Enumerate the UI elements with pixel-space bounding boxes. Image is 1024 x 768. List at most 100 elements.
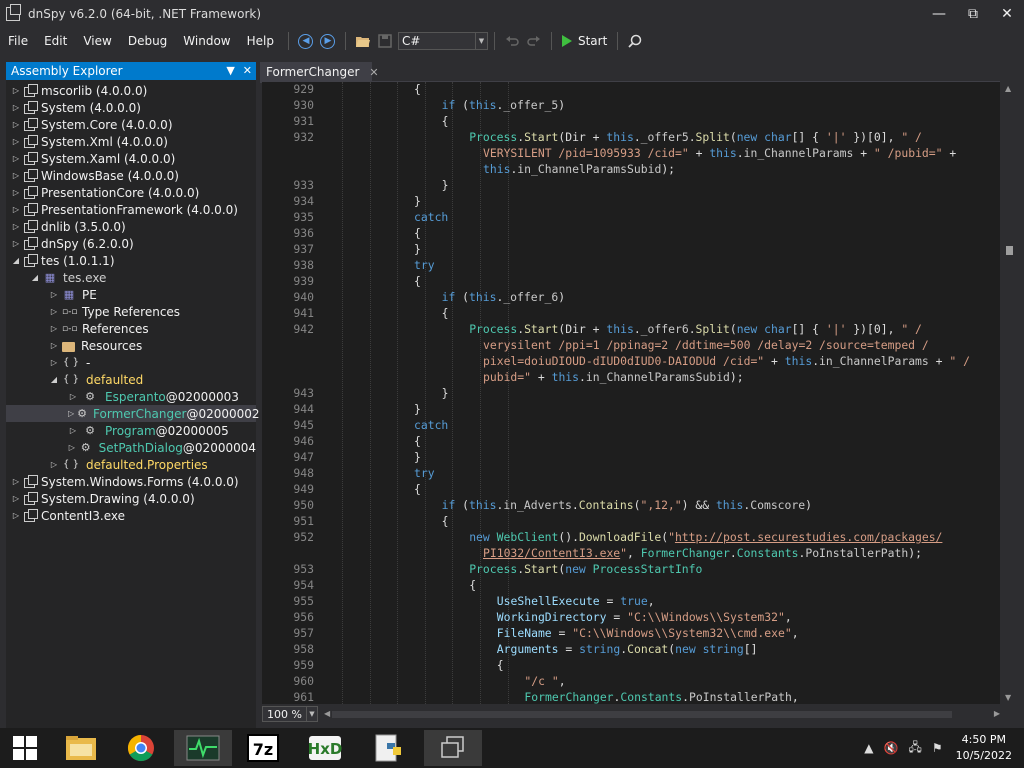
start-debug-button[interactable]: Start [558,34,611,48]
collapse-icon[interactable]: ◢ [11,256,21,265]
taskbar-performance-monitor[interactable] [174,730,232,766]
tree-item[interactable]: ▷ Resources [6,337,256,354]
tree-item[interactable]: ▷ ▦ PE [6,286,256,303]
expand-icon[interactable]: ▷ [11,222,21,231]
tree-item[interactable]: ▷ ⚙ SetPathDialog @02000004 [6,439,256,456]
expand-icon[interactable]: ▷ [11,171,21,180]
save-button[interactable] [374,30,396,52]
horizontal-scroll-thumb[interactable] [332,711,952,718]
tree-item-token: @02000002 [186,406,260,421]
expand-icon[interactable]: ▷ [11,86,21,95]
tree-item[interactable]: ◢ { } defaulted [6,371,256,388]
tree-item[interactable]: ▷ { } - [6,354,256,371]
menu-window[interactable]: Window [175,28,238,54]
expand-icon[interactable]: ▷ [11,477,21,486]
tree-item[interactable]: ▷ ⚙ Esperanto @02000003 [6,388,256,405]
expand-icon[interactable]: ▷ [49,290,59,299]
tab-formerchanger[interactable]: FormerChanger ✕ [260,62,379,82]
taskbar-chrome[interactable] [112,730,170,766]
expand-icon[interactable]: ▷ [49,460,59,469]
redo-button[interactable] [523,30,545,52]
scroll-up-icon[interactable]: ▲ [1005,84,1011,93]
panel-menu-icon[interactable]: ▼ [226,62,234,80]
volume-muted-icon[interactable]: 🔇 [883,741,898,755]
tree-item[interactable]: ▷ System.Drawing (4.0.0.0) [6,490,256,507]
chevron-up-icon[interactable]: ▲ [864,741,873,755]
taskbar-hxd[interactable]: HxD [296,730,354,766]
taskbar-7zip[interactable]: 7z [234,730,292,766]
search-button[interactable] [624,30,646,52]
editor-horizontal-scrollbar[interactable]: ◀ ▶ [324,709,1000,719]
expand-icon[interactable]: ▷ [49,307,59,316]
tree-item[interactable]: ▷ dnSpy (6.2.0.0) [6,235,256,252]
tree-item[interactable]: ▷ PresentationFramework (4.0.0.0) [6,201,256,218]
expand-icon[interactable]: ▷ [11,120,21,129]
tree-item[interactable]: ▷ System.Windows.Forms (4.0.0.0) [6,473,256,490]
expand-icon[interactable]: ▷ [11,103,21,112]
minimize-button[interactable]: — [922,0,956,28]
taskbar-file-explorer[interactable] [52,730,110,766]
tree-item[interactable]: ▷ PresentationCore (4.0.0.0) [6,184,256,201]
collapse-icon[interactable]: ◢ [30,273,40,282]
expand-icon[interactable]: ▷ [11,494,21,503]
line-number: 935 [293,210,314,224]
menu-view[interactable]: View [75,28,119,54]
taskbar-python[interactable] [360,730,418,766]
tree-item[interactable]: ▷ ▫-▫ References [6,320,256,337]
flag-icon[interactable]: ⚑ [932,741,943,755]
expand-icon[interactable]: ▷ [68,426,78,435]
tree-item[interactable]: ▷ System (4.0.0.0) [6,99,256,116]
expand-icon[interactable]: ▷ [11,188,21,197]
expand-icon[interactable]: ▷ [11,511,21,520]
menu-file[interactable]: File [0,28,36,54]
tree-item[interactable]: ▷ ContentI3.exe [6,507,256,524]
tree-item[interactable]: ◢ ▦ tes.exe [6,269,256,286]
taskbar-clock[interactable]: 4:50 PM 10/5/2022 [956,732,1012,764]
collapse-icon[interactable]: ◢ [49,375,59,384]
expand-icon[interactable]: ▷ [49,324,59,333]
expand-icon[interactable]: ▷ [68,443,76,452]
tree-item[interactable]: ▷ ⚙ FormerChanger @02000002 [6,405,260,422]
expand-icon[interactable]: ▷ [11,137,21,146]
tree-item[interactable]: ▷ System.Xml (4.0.0.0) [6,133,256,150]
scroll-left-icon[interactable]: ◀ [324,709,330,718]
undo-button[interactable] [501,30,523,52]
expand-icon[interactable]: ▷ [49,341,59,350]
windows-start-button[interactable] [0,728,50,768]
tree-item[interactable]: ▷ System.Xaml (4.0.0.0) [6,150,256,167]
tree-item[interactable]: ◢ tes (1.0.1.1) [6,252,256,269]
menu-edit[interactable]: Edit [36,28,75,54]
zoom-select[interactable]: 100 % ▼ [262,706,318,722]
scroll-right-icon[interactable]: ▶ [994,709,1000,718]
editor-vertical-scrollbar[interactable]: ▲ ▼ [1000,82,1018,704]
code-editor[interactable]: 929 {930 if (this._offer_5) 931 {932 Process.… [262,82,1000,704]
tree-item[interactable]: ▷ WindowsBase (4.0.0.0) [6,167,256,184]
forward-button[interactable]: ▶ [317,30,339,52]
expand-icon[interactable]: ▷ [11,205,21,214]
expand-icon[interactable]: ▷ [49,358,59,367]
menu-debug[interactable]: Debug [120,28,175,54]
tree-item[interactable]: ▷ { } defaulted.Properties [6,456,256,473]
open-button[interactable] [352,30,374,52]
expand-icon[interactable]: ▷ [11,154,21,163]
menu-help[interactable]: Help [239,28,282,54]
maximize-button[interactable]: ⧉ [956,0,990,28]
tree-item-label: System.Core (4.0.0.0) [41,117,173,132]
language-select[interactable]: C# ▼ [397,32,488,50]
tree-item[interactable]: ▷ mscorlib (4.0.0.0) [6,82,256,99]
expand-icon[interactable]: ▷ [11,239,21,248]
tree-item[interactable]: ▷ dnlib (3.5.0.0) [6,218,256,235]
close-button[interactable]: ✕ [990,0,1024,28]
taskbar-dnspy[interactable] [424,730,482,766]
scroll-thumb[interactable] [1006,246,1013,255]
tree-item[interactable]: ▷ ⚙ Program @02000005 [6,422,256,439]
expand-icon[interactable]: ▷ [68,392,78,401]
back-button[interactable]: ◀ [295,30,317,52]
expand-icon[interactable]: ▷ [68,409,74,418]
tree-item[interactable]: ▷ ▫-▫ Type References [6,303,256,320]
tab-close-icon[interactable]: ✕ [369,66,378,79]
network-icon[interactable]: 🖧 [908,738,921,759]
tree-item[interactable]: ▷ System.Core (4.0.0.0) [6,116,256,133]
scroll-down-icon[interactable]: ▼ [1005,693,1011,702]
panel-close-icon[interactable]: ✕ [243,62,252,80]
